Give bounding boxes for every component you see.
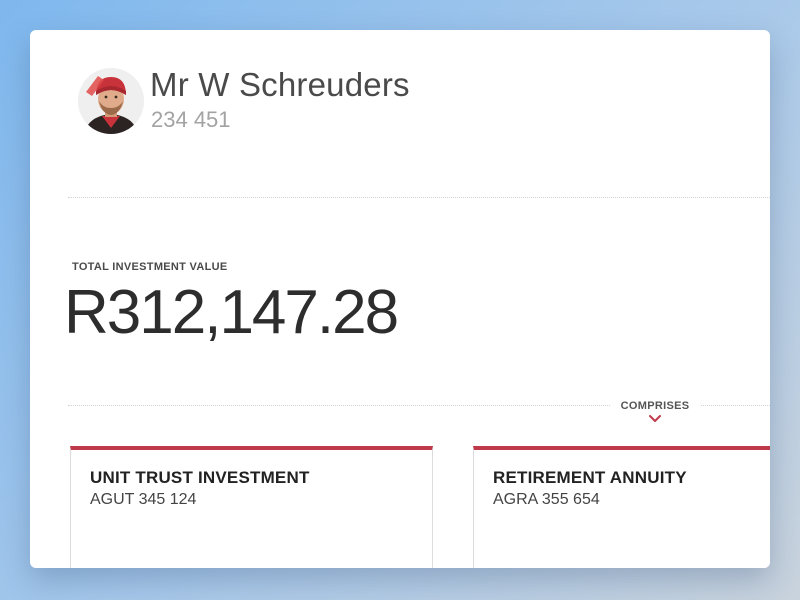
comprises-toggle[interactable]: COMPRISES <box>610 400 700 423</box>
user-name: Mr W Schreuders <box>150 66 410 103</box>
comprises-label: COMPRISES <box>610 400 700 412</box>
account-title: UNIT TRUST INVESTMENT <box>90 468 310 487</box>
account-number: AGRA 355 654 <box>493 491 600 508</box>
user-photo <box>78 68 144 134</box>
avatar[interactable] <box>78 68 144 134</box>
total-investment-value: R312,147.28 <box>64 278 399 347</box>
account-number: AGUT 345 124 <box>90 491 197 508</box>
account-card-unit-trust[interactable]: UNIT TRUST INVESTMENT AGUT 345 124 <box>70 446 433 568</box>
divider <box>68 197 770 198</box>
account-card-retirement-annuity[interactable]: RETIREMENT ANNUITY AGRA 355 654 <box>473 446 770 568</box>
account-title: RETIREMENT ANNUITY <box>493 468 687 487</box>
investment-summary-card: Mr W Schreuders 234 451 TOTAL INVESTMENT… <box>30 30 770 568</box>
total-investment-label: TOTAL INVESTMENT VALUE <box>72 261 228 273</box>
chevron-down-icon <box>649 415 661 422</box>
user-number: 234 451 <box>151 107 231 132</box>
